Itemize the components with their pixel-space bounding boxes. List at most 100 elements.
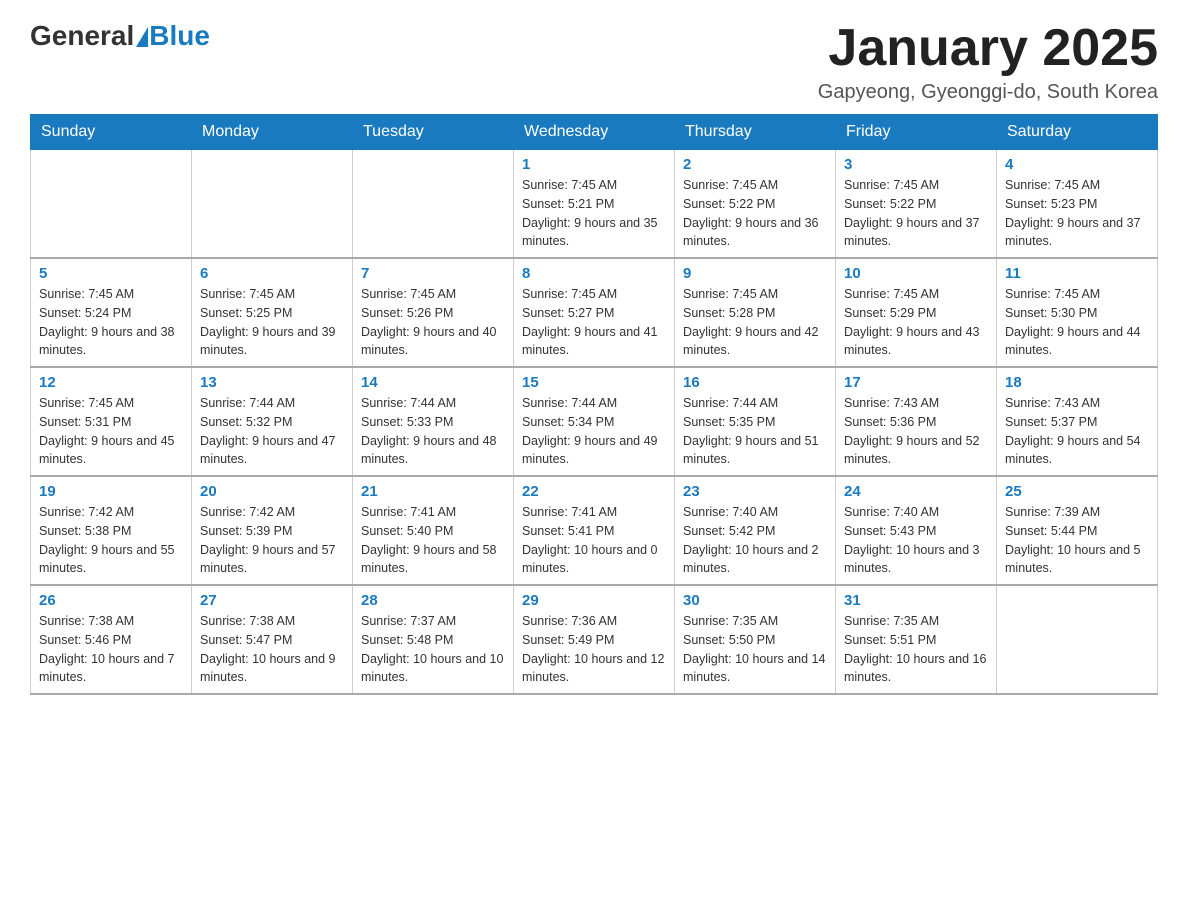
calendar-title: January 2025 [818,20,1158,77]
calendar-week-row: 1Sunrise: 7:45 AM Sunset: 5:21 PM Daylig… [31,150,1158,259]
day-number: 17 [844,374,988,391]
day-number: 8 [522,265,666,282]
calendar-cell: 15 Sunrise: 7:44 AM Sunset: 5:34 PM Dayli… [514,367,675,476]
day-number: 3 [844,156,988,173]
day-number: 23 [683,483,827,500]
calendar-cell: 22 Sunrise: 7:41 AM Sunset: 5:41 PM Dayli… [514,476,675,585]
calendar-cell [997,585,1158,694]
calendar-cell: 4 Sunrise: 7:45 AM Sunset: 5:23 PM Daylig… [997,150,1158,259]
day-info: Sunrise: 7:45 AM Sunset: 5:30 PM Dayligh… [1005,285,1149,360]
day-number: 21 [361,483,505,500]
calendar-cell: 10 Sunrise: 7:45 AM Sunset: 5:29 PM Dayli… [836,258,997,367]
day-info: Sunrise: 7:45 AM Sunset: 5:25 PM Dayligh… [200,285,344,360]
day-number: 4 [1005,156,1149,173]
logo-general-text: General [30,20,134,52]
calendar-cell: 6 Sunrise: 7:45 AM Sunset: 5:25 PM Daylig… [192,258,353,367]
calendar-cell: 7Sunrise: 7:45 AM Sunset: 5:26 PM Daylig… [353,258,514,367]
day-number: 25 [1005,483,1149,500]
day-info: Sunrise: 7:37 AM Sunset: 5:48 PM Dayligh… [361,612,505,687]
day-info: Sunrise: 7:44 AM Sunset: 5:33 PM Dayligh… [361,394,505,469]
day-number: 6 [200,265,344,282]
calendar-cell: 1Sunrise: 7:45 AM Sunset: 5:21 PM Daylig… [514,150,675,259]
day-info: Sunrise: 7:45 AM Sunset: 5:24 PM Dayligh… [39,285,183,360]
title-block: January 2025 Gapyeong, Gyeonggi-do, Sout… [818,20,1158,104]
calendar-table: SundayMondayTuesdayWednesdayThursdayFrid… [30,114,1158,695]
calendar-cell: 31Sunrise: 7:35 AM Sunset: 5:51 PM Dayli… [836,585,997,694]
day-number: 24 [844,483,988,500]
day-number: 26 [39,592,183,609]
day-info: Sunrise: 7:36 AM Sunset: 5:49 PM Dayligh… [522,612,666,687]
logo-blue-text: Blue [149,20,210,52]
calendar-cell: 25 Sunrise: 7:39 AM Sunset: 5:44 PM Dayli… [997,476,1158,585]
calendar-cell: 24Sunrise: 7:40 AM Sunset: 5:43 PM Dayli… [836,476,997,585]
day-number: 30 [683,592,827,609]
calendar-week-row: 12 Sunrise: 7:45 AM Sunset: 5:31 PM Dayli… [31,367,1158,476]
day-info: Sunrise: 7:45 AM Sunset: 5:27 PM Dayligh… [522,285,666,360]
day-info: Sunrise: 7:44 AM Sunset: 5:32 PM Dayligh… [200,394,344,469]
calendar-header-saturday: Saturday [997,115,1158,150]
day-number: 2 [683,156,827,173]
day-info: Sunrise: 7:41 AM Sunset: 5:40 PM Dayligh… [361,503,505,578]
calendar-week-row: 5 Sunrise: 7:45 AM Sunset: 5:24 PM Daylig… [31,258,1158,367]
day-info: Sunrise: 7:35 AM Sunset: 5:50 PM Dayligh… [683,612,827,687]
calendar-header-monday: Monday [192,115,353,150]
calendar-cell [353,150,514,259]
day-number: 29 [522,592,666,609]
day-number: 22 [522,483,666,500]
calendar-cell: 23 Sunrise: 7:40 AM Sunset: 5:42 PM Dayli… [675,476,836,585]
day-info: Sunrise: 7:38 AM Sunset: 5:46 PM Dayligh… [39,612,183,687]
calendar-header-row: SundayMondayTuesdayWednesdayThursdayFrid… [31,115,1158,150]
day-number: 5 [39,265,183,282]
calendar-week-row: 26 Sunrise: 7:38 AM Sunset: 5:46 PM Dayli… [31,585,1158,694]
day-number: 16 [683,374,827,391]
day-info: Sunrise: 7:40 AM Sunset: 5:42 PM Dayligh… [683,503,827,578]
day-number: 1 [522,156,666,173]
calendar-cell: 21 Sunrise: 7:41 AM Sunset: 5:40 PM Dayli… [353,476,514,585]
logo-blue-part: Blue [134,20,210,52]
calendar-subtitle: Gapyeong, Gyeonggi-do, South Korea [818,81,1158,104]
calendar-header-sunday: Sunday [31,115,192,150]
day-info: Sunrise: 7:45 AM Sunset: 5:29 PM Dayligh… [844,285,988,360]
day-info: Sunrise: 7:41 AM Sunset: 5:41 PM Dayligh… [522,503,666,578]
calendar-cell: 12 Sunrise: 7:45 AM Sunset: 5:31 PM Dayli… [31,367,192,476]
day-number: 12 [39,374,183,391]
day-info: Sunrise: 7:42 AM Sunset: 5:38 PM Dayligh… [39,503,183,578]
calendar-cell [31,150,192,259]
day-number: 10 [844,265,988,282]
logo-triangle-icon [136,27,148,47]
day-number: 11 [1005,265,1149,282]
calendar-cell: 3Sunrise: 7:45 AM Sunset: 5:22 PM Daylig… [836,150,997,259]
calendar-cell: 11 Sunrise: 7:45 AM Sunset: 5:30 PM Dayli… [997,258,1158,367]
day-number: 15 [522,374,666,391]
calendar-cell: 14 Sunrise: 7:44 AM Sunset: 5:33 PM Dayli… [353,367,514,476]
day-number: 20 [200,483,344,500]
day-info: Sunrise: 7:45 AM Sunset: 5:23 PM Dayligh… [1005,176,1149,251]
day-info: Sunrise: 7:39 AM Sunset: 5:44 PM Dayligh… [1005,503,1149,578]
day-number: 19 [39,483,183,500]
logo: General Blue [30,20,210,52]
calendar-week-row: 19 Sunrise: 7:42 AM Sunset: 5:38 PM Dayli… [31,476,1158,585]
calendar-cell: 16 Sunrise: 7:44 AM Sunset: 5:35 PM Dayli… [675,367,836,476]
calendar-header-wednesday: Wednesday [514,115,675,150]
day-info: Sunrise: 7:42 AM Sunset: 5:39 PM Dayligh… [200,503,344,578]
calendar-cell: 30 Sunrise: 7:35 AM Sunset: 5:50 PM Dayli… [675,585,836,694]
day-number: 28 [361,592,505,609]
page-header: General Blue January 2025 Gapyeong, Gyeo… [30,20,1158,104]
calendar-cell: 5 Sunrise: 7:45 AM Sunset: 5:24 PM Daylig… [31,258,192,367]
day-info: Sunrise: 7:43 AM Sunset: 5:36 PM Dayligh… [844,394,988,469]
calendar-cell: 2Sunrise: 7:45 AM Sunset: 5:22 PM Daylig… [675,150,836,259]
day-info: Sunrise: 7:44 AM Sunset: 5:35 PM Dayligh… [683,394,827,469]
calendar-cell: 19 Sunrise: 7:42 AM Sunset: 5:38 PM Dayli… [31,476,192,585]
calendar-cell: 13Sunrise: 7:44 AM Sunset: 5:32 PM Dayli… [192,367,353,476]
day-number: 27 [200,592,344,609]
day-info: Sunrise: 7:43 AM Sunset: 5:37 PM Dayligh… [1005,394,1149,469]
day-info: Sunrise: 7:44 AM Sunset: 5:34 PM Dayligh… [522,394,666,469]
day-info: Sunrise: 7:38 AM Sunset: 5:47 PM Dayligh… [200,612,344,687]
calendar-cell: 17 Sunrise: 7:43 AM Sunset: 5:36 PM Dayli… [836,367,997,476]
calendar-cell: 9Sunrise: 7:45 AM Sunset: 5:28 PM Daylig… [675,258,836,367]
day-info: Sunrise: 7:45 AM Sunset: 5:31 PM Dayligh… [39,394,183,469]
calendar-cell: 18Sunrise: 7:43 AM Sunset: 5:37 PM Dayli… [997,367,1158,476]
calendar-header-tuesday: Tuesday [353,115,514,150]
day-number: 14 [361,374,505,391]
calendar-header-thursday: Thursday [675,115,836,150]
